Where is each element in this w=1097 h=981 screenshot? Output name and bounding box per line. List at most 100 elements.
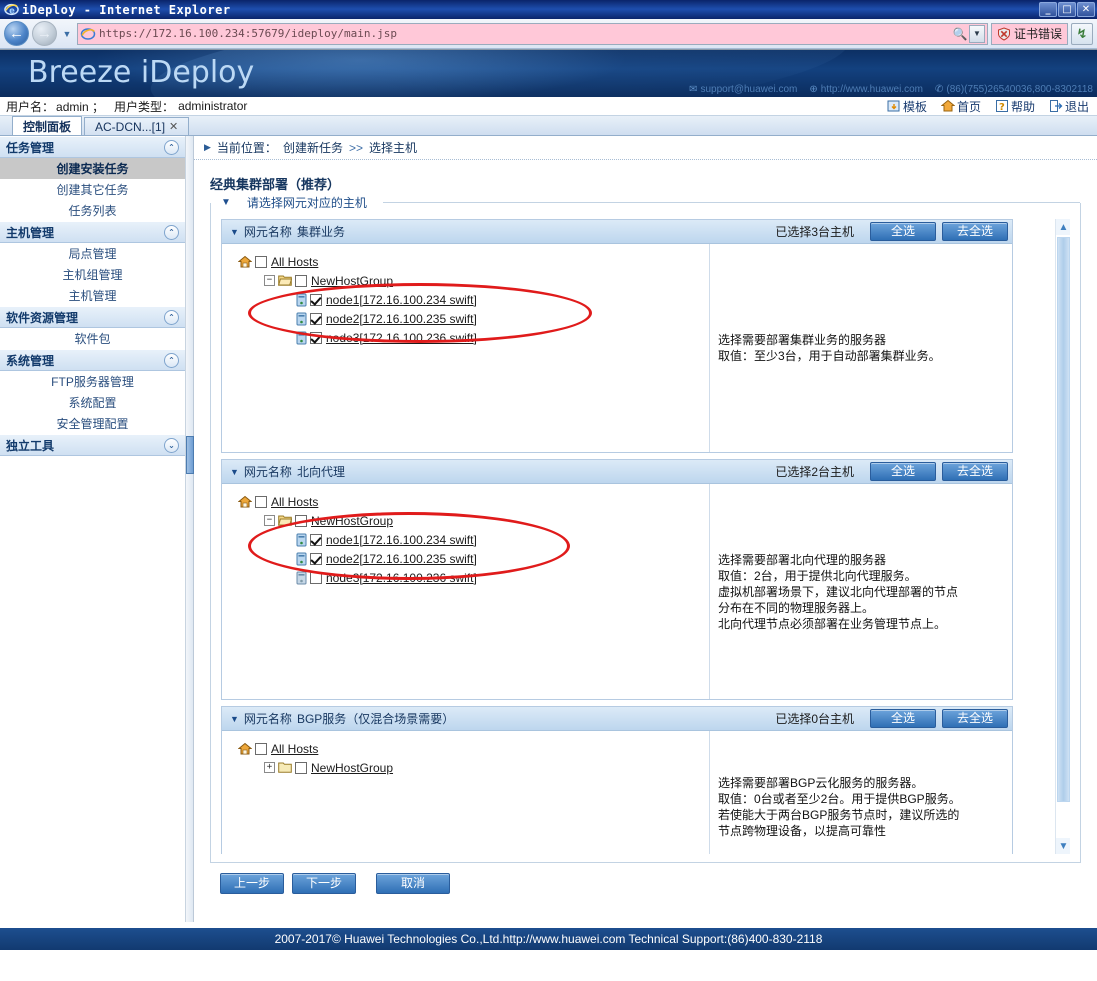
tree-checkbox[interactable]: [310, 331, 322, 344]
splitter-grip-handle[interactable]: [186, 436, 194, 474]
tree-node-label[interactable]: node1[172.16.100.234 swift]: [326, 293, 477, 307]
chevron-up-icon[interactable]: ⌃: [164, 309, 179, 325]
tree-node-label[interactable]: NewHostGroup: [311, 761, 393, 775]
tree-node-label[interactable]: node3[172.16.100.236 swift]: [326, 571, 477, 585]
sidebar-group-task-management[interactable]: 任务管理 ⌃: [0, 136, 185, 158]
sidebar-item-system-config[interactable]: 系统配置: [0, 392, 185, 413]
tree-checkbox[interactable]: [310, 293, 322, 306]
chevron-down-icon[interactable]: ⌄: [164, 437, 179, 453]
deselect-all-button[interactable]: 去全选: [942, 709, 1008, 728]
tree-node-host-group[interactable]: − NewHostGroup: [238, 511, 709, 530]
sidebar-group-system-management[interactable]: 系统管理 ⌃: [0, 349, 185, 371]
previous-step-button[interactable]: 上一步: [220, 873, 284, 894]
close-button[interactable]: ✕: [1077, 2, 1095, 17]
tree-checkbox[interactable]: [255, 742, 267, 755]
sidebar-item-task-list[interactable]: 任务列表: [0, 200, 185, 221]
tree-node-host-group[interactable]: + NewHostGroup: [238, 758, 709, 777]
tree-checkbox[interactable]: [295, 274, 307, 287]
tree-node-label[interactable]: All Hosts: [271, 742, 318, 756]
content-vertical-scrollbar[interactable]: ▲ ▼: [1055, 219, 1070, 854]
scroll-up-arrow-icon[interactable]: ▲: [1056, 219, 1070, 235]
tree-node-all-hosts[interactable]: All Hosts: [237, 739, 709, 758]
tab-control-panel[interactable]: 控制面板: [12, 116, 83, 135]
tree-checkbox[interactable]: [295, 761, 307, 774]
chevron-up-icon[interactable]: ⌃: [164, 139, 179, 155]
scroll-down-arrow-icon[interactable]: ▼: [1056, 838, 1070, 854]
forward-arrow-icon[interactable]: →: [32, 21, 57, 46]
sidebar-item-create-other-task[interactable]: 创建其它任务: [0, 179, 185, 200]
deselect-all-button[interactable]: 去全选: [942, 222, 1008, 241]
tree-node-host[interactable]: node1[172.16.100.234 swift]: [238, 290, 709, 309]
collapse-triangle-icon[interactable]: ▼: [230, 227, 239, 237]
maximize-button[interactable]: □: [1058, 2, 1076, 17]
tree-expander-icon[interactable]: +: [264, 762, 275, 773]
certificate-error-badge[interactable]: 证书错误: [990, 22, 1068, 45]
tab-close-icon[interactable]: ✕: [169, 120, 178, 133]
tree-node-host[interactable]: node3[172.16.100.236 swift]: [238, 568, 709, 587]
selected-count: 已选择0台主机: [775, 712, 854, 726]
minimize-button[interactable]: _: [1039, 2, 1057, 17]
tree-checkbox[interactable]: [255, 495, 267, 508]
select-all-button[interactable]: 全选: [870, 709, 936, 728]
tree-node-all-hosts[interactable]: All Hosts: [237, 492, 709, 511]
cancel-button[interactable]: 取消: [376, 873, 450, 894]
tree-node-label[interactable]: node2[172.16.100.235 swift]: [326, 312, 477, 326]
tree-checkbox[interactable]: [310, 312, 322, 325]
sidebar-group-standalone-tools[interactable]: 独立工具 ⌄: [0, 434, 185, 456]
sidebar-item-software-package[interactable]: 软件包: [0, 328, 185, 349]
tree-checkbox[interactable]: [295, 514, 307, 527]
sidebar-item-site-management[interactable]: 局点管理: [0, 243, 185, 264]
sidebar-item-ftp-server-management[interactable]: FTP服务器管理: [0, 371, 185, 392]
tab-ac-dcn[interactable]: AC-DCN...[1] ✕: [84, 117, 190, 135]
help-label: 帮助: [1010, 99, 1035, 114]
tree-expander-icon[interactable]: −: [264, 515, 275, 526]
select-all-button[interactable]: 全选: [870, 222, 936, 241]
help-link[interactable]: ? 帮助: [995, 98, 1035, 115]
tree-node-label[interactable]: All Hosts: [271, 255, 318, 269]
deselect-all-button[interactable]: 去全选: [942, 462, 1008, 481]
back-arrow-icon[interactable]: ←: [4, 21, 29, 46]
tree-checkbox[interactable]: [310, 552, 322, 565]
sidebar-item-create-install-task[interactable]: 创建安装任务: [0, 158, 185, 179]
history-dropdown-icon[interactable]: ▼: [60, 29, 74, 39]
homepage-link[interactable]: 首页: [940, 98, 981, 115]
refresh-button[interactable]: ↯: [1071, 22, 1093, 45]
tree-node-label[interactable]: node1[172.16.100.234 swift]: [326, 533, 477, 547]
tree-checkbox[interactable]: [310, 533, 322, 546]
tree-node-host[interactable]: node1[172.16.100.234 swift]: [238, 530, 709, 549]
breadcrumb-path-1[interactable]: 创建新任务: [283, 139, 343, 156]
tree-node-label[interactable]: NewHostGroup: [311, 514, 393, 528]
tree-node-label[interactable]: node3[172.16.100.236 swift]: [326, 331, 477, 345]
sidebar-splitter[interactable]: [186, 136, 194, 922]
logout-link[interactable]: 退出: [1049, 98, 1089, 115]
tree-expander-icon[interactable]: −: [264, 275, 275, 286]
sidebar-item-host-group-management[interactable]: 主机组管理: [0, 264, 185, 285]
tree-node-host[interactable]: node3[172.16.100.236 swift]: [238, 328, 709, 347]
chevron-up-icon[interactable]: ⌃: [164, 224, 179, 240]
tree-checkbox[interactable]: [310, 571, 322, 584]
tree-node-all-hosts[interactable]: All Hosts: [237, 252, 709, 271]
tree-node-host[interactable]: node2[172.16.100.235 swift]: [238, 549, 709, 568]
search-icon[interactable]: 🔍: [951, 27, 969, 41]
tree-node-host-group[interactable]: − NewHostGroup: [238, 271, 709, 290]
sidebar-group-software-resource[interactable]: 软件资源管理 ⌃: [0, 306, 185, 328]
template-link[interactable]: 模板: [887, 98, 927, 115]
collapse-triangle-icon[interactable]: ▼: [230, 467, 239, 477]
chevron-up-icon[interactable]: ⌃: [164, 352, 179, 368]
tree-node-label[interactable]: node2[172.16.100.235 swift]: [326, 552, 477, 566]
collapse-triangle-icon[interactable]: ▼: [230, 714, 239, 724]
sidebar-item-host-management[interactable]: 主机管理: [0, 285, 185, 306]
url-dropdown-icon[interactable]: ▼: [968, 24, 985, 43]
tree-node-label[interactable]: NewHostGroup: [311, 274, 393, 288]
contact-phone-text: (86)(755)26540036,800-8302118: [946, 84, 1093, 95]
sidebar-group-host-management[interactable]: 主机管理 ⌃: [0, 221, 185, 243]
sidebar-item-label: 主机管理: [68, 289, 117, 303]
tree-checkbox[interactable]: [255, 255, 267, 268]
next-step-button[interactable]: 下一步: [292, 873, 356, 894]
tree-node-host[interactable]: node2[172.16.100.235 swift]: [238, 309, 709, 328]
select-all-button[interactable]: 全选: [870, 462, 936, 481]
tree-node-label[interactable]: All Hosts: [271, 495, 318, 509]
url-input[interactable]: https://172.16.100.234:57679/ideploy/mai…: [77, 22, 988, 45]
scrollbar-thumb[interactable]: [1057, 237, 1070, 802]
sidebar-item-security-config[interactable]: 安全管理配置: [0, 413, 185, 434]
